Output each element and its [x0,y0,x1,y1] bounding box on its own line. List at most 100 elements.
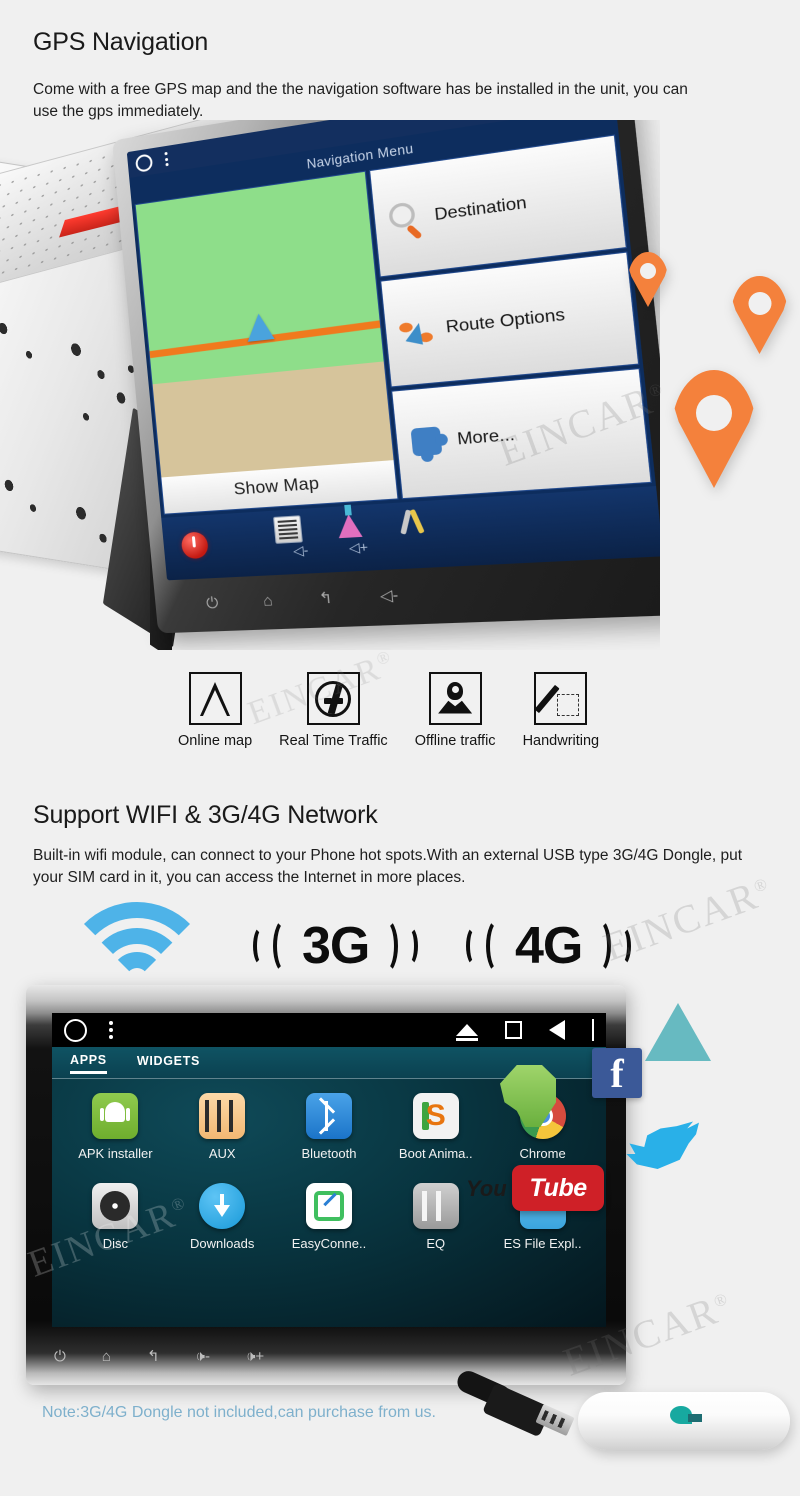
feature-label: Handwriting [522,733,600,749]
monitor-display: Navigation Menu Show Map Destination Rou… [126,120,660,581]
network-badge-3g: 3G [253,917,419,975]
app-apk-installer[interactable]: APK installer [62,1093,169,1161]
route-arrow-icon [396,311,438,351]
app-label: AUX [208,1146,236,1161]
back-triangle-icon[interactable] [548,1020,565,1040]
signal-waves-icon [466,918,511,974]
app-disc[interactable]: Disc [62,1183,169,1251]
menu-item-label: Destination [433,193,528,225]
app-aux[interactable]: AUX [169,1093,276,1161]
signal-waves-icon [373,918,419,974]
home-icon[interactable]: ⌂ [262,591,273,609]
menu-kebab-icon[interactable] [164,151,169,167]
gps-section-title: GPS Navigation [33,28,209,56]
power-icon[interactable]: ⏻ [54,1348,66,1365]
google-plus-logo [645,1003,711,1061]
menu-kebab-icon[interactable] [109,1021,113,1039]
volume-down-icon[interactable]: ◁- [292,542,309,559]
volume-up-icon[interactable]: 🕩+ [246,1348,264,1365]
menu-item-more[interactable]: More... [391,368,652,500]
app-label: Boot Anima.. [398,1146,473,1161]
back-icon[interactable]: ↰ [147,1347,160,1365]
volume-up-icon[interactable]: ◁+ [348,539,369,557]
feature-label: Offline traffic [414,733,496,749]
youtube-label: Tube [529,1173,587,1202]
feature-online-map: Online map [178,672,252,749]
aux-jack-icon [199,1093,246,1139]
divider-bar-icon [591,1019,594,1041]
tools-icon[interactable] [397,507,429,537]
youtube-logo: Tube [512,1165,604,1211]
sogou-s-icon [412,1093,459,1139]
disc-icon [92,1183,139,1229]
map-preview-pane[interactable]: Show Map [134,170,399,515]
puzzle-icon [407,423,449,462]
easyconnect-icon [305,1183,352,1229]
app-label: Disc [102,1236,129,1251]
eject-triangle-icon[interactable] [455,1024,478,1041]
navigation-ui: Navigation Menu Show Map Destination Rou… [126,120,660,581]
app-label: EasyConne.. [291,1236,367,1251]
app-label: EQ [426,1236,446,1251]
back-icon[interactable]: ↰ [318,588,333,607]
tab-widgets[interactable]: WIDGETS [137,1054,200,1072]
equalizer-sliders-icon [412,1183,459,1229]
signal-waves-icon [586,918,632,974]
home-circle-icon[interactable] [134,152,154,173]
feature-offline-traffic: Offline traffic [415,672,496,749]
tab-apps[interactable]: APPS [70,1053,107,1074]
magnifier-icon [385,199,426,240]
usb-plug [453,1367,586,1440]
download-arrow-icon [199,1183,246,1229]
gps-section-description: Come with a free GPS map and the the nav… [33,81,688,121]
android-hardware-keys: ⏻ ⌂ ↰ 🕩- 🕩+ [54,1341,626,1371]
menu-item-label: Route Options [444,305,566,337]
app-label: Bluetooth [301,1146,357,1161]
feature-real-time-traffic: Real Time Traffic [279,672,388,749]
dongle-note: Note:3G/4G Dongle not included,can purch… [42,1404,436,1421]
feature-handwriting: Handwriting [522,672,600,749]
signal-waves-icon [253,918,298,974]
gps-monitor: Navigation Menu Show Map Destination Rou… [112,120,660,634]
map-pin-small [628,252,668,307]
volume-down-icon[interactable]: ◁- [379,585,399,605]
home-icon[interactable]: ⌂ [102,1348,111,1365]
gps-device-photo: Navigation Menu Show Map Destination Rou… [0,120,660,650]
power-icon[interactable]: ⏻ [205,594,219,612]
map-pin-icon [428,672,482,725]
traffic-cars-icon [306,672,360,725]
app-bluetooth[interactable]: Bluetooth [276,1093,383,1161]
facebook-logo [592,1048,642,1098]
pen-pad-icon [534,672,588,725]
dongle-brand-icon [670,1406,704,1436]
app-downloads[interactable]: Downloads [169,1183,276,1251]
menu-item-label: More... [456,425,516,449]
app-label: Chrome [519,1146,566,1161]
wifi-section-title: Support WIFI & 3G/4G Network [33,801,378,829]
network-badge-label: 3G [302,917,370,975]
volume-down-icon[interactable]: 🕩- [196,1348,210,1365]
android-status-bar [52,1013,606,1047]
recents-square-icon[interactable] [504,1021,522,1039]
app-label: ES File Expl.. [503,1236,582,1251]
app-boot-animation[interactable]: Boot Anima.. [382,1093,489,1161]
youtube-you-text: You [466,1176,507,1201]
home-circle-icon[interactable] [64,1018,87,1042]
calculator-icon[interactable] [273,515,303,544]
map-green-area [135,171,385,385]
android-robot-icon [92,1093,139,1139]
evernote-logo [500,1065,556,1127]
gps-feature-row: Online map Real Time Traffic Offline tra… [178,672,599,749]
app-easyconnect[interactable]: EasyConne.. [276,1183,383,1251]
flask-icon[interactable] [336,513,363,539]
network-badge-4g: 4G [466,917,632,975]
map-pin-large [672,370,756,488]
map-pin-medium [731,276,788,354]
twitter-logo [625,1118,699,1176]
feature-label: Online map [178,733,253,749]
app-label: APK installer [78,1146,153,1161]
map-position-arrow [245,311,275,342]
network-badge-label: 4G [515,917,583,975]
usb-dongle [578,1392,790,1450]
bluetooth-icon [305,1093,352,1139]
